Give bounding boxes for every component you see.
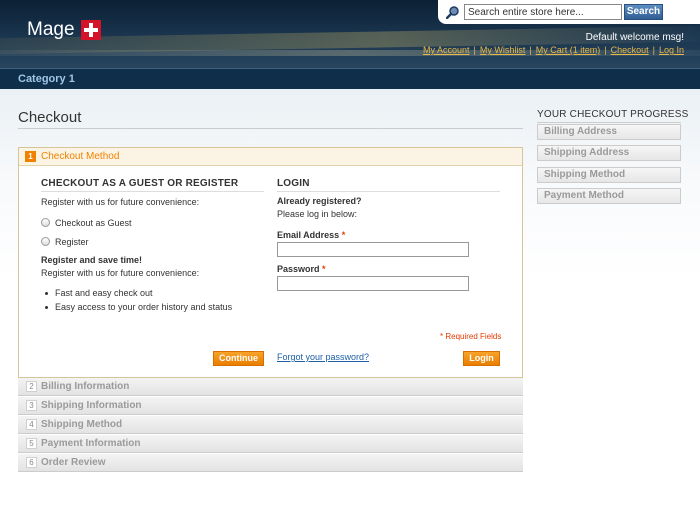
link-my-wishlist[interactable]: My Wishlist xyxy=(480,45,526,55)
guest-heading-divider xyxy=(41,191,264,192)
nav-item-category-1[interactable]: Category 1 xyxy=(18,73,75,85)
step-checkout-method-header[interactable]: 1 Checkout Method xyxy=(19,148,522,166)
step-title: Checkout Method xyxy=(41,151,120,162)
benefit-item: Easy access to your order history and st… xyxy=(55,302,233,312)
step-shipping-information[interactable]: 3 Shipping Information xyxy=(18,397,523,415)
login-button[interactable]: Login xyxy=(463,351,500,366)
step-order-review[interactable]: 6 Order Review xyxy=(18,454,523,472)
page-title: Checkout xyxy=(18,109,82,126)
already-registered: Already registered? xyxy=(277,196,362,206)
title-divider xyxy=(18,128,523,129)
password-label: Password * xyxy=(277,264,326,274)
required-asterisk: * xyxy=(322,264,326,274)
login-heading-divider xyxy=(277,191,500,192)
save-time-text: Register with us for future convenience: xyxy=(41,268,200,278)
search-button[interactable]: Search xyxy=(624,4,663,20)
radio-label-guest[interactable]: Checkout as Guest xyxy=(55,218,132,228)
continue-button[interactable]: Continue xyxy=(213,351,264,366)
password-field[interactable] xyxy=(277,276,469,291)
link-checkout[interactable]: Checkout xyxy=(611,45,649,55)
progress-billing-address: Billing Address xyxy=(537,124,681,140)
guest-intro: Register with us for future convenience: xyxy=(41,197,200,207)
step-title: Shipping Method xyxy=(41,419,123,430)
welcome-message: Default welcome msg! xyxy=(585,32,684,43)
step-title: Payment Information xyxy=(41,438,141,449)
step-number: 3 xyxy=(26,400,37,411)
radio-label-register[interactable]: Register xyxy=(55,237,89,247)
progress-shipping-method: Shipping Method xyxy=(537,167,681,183)
radio-register[interactable] xyxy=(41,237,50,246)
required-fields-note: * Required Fields xyxy=(440,332,502,341)
benefit-item: Fast and easy check out xyxy=(55,288,153,298)
link-my-account[interactable]: My Account xyxy=(423,45,470,55)
logo[interactable]: Mage xyxy=(27,19,101,41)
link-log-in[interactable]: Log In xyxy=(659,45,684,55)
bullet-icon xyxy=(45,292,48,295)
link-my-cart[interactable]: My Cart (1 item) xyxy=(536,45,601,55)
forgot-password-link[interactable]: Forgot your password? xyxy=(277,352,369,362)
step-billing-information[interactable]: 2 Billing Information xyxy=(18,378,523,396)
please-log-in: Please log in below: xyxy=(277,209,358,219)
step-number: 4 xyxy=(26,419,37,430)
main-nav: Category 1 xyxy=(0,68,700,89)
bullet-icon xyxy=(45,306,48,309)
swiss-cross-icon xyxy=(80,20,101,40)
step-title: Billing Information xyxy=(41,381,130,392)
required-asterisk: * xyxy=(341,230,346,240)
save-time-heading: Register and save time! xyxy=(41,255,143,265)
step-title: Order Review xyxy=(41,457,106,468)
login-heading: Login xyxy=(277,178,310,189)
email-label: Email Address * xyxy=(277,230,346,240)
email-field[interactable] xyxy=(277,242,469,257)
step-number: 1 xyxy=(25,151,36,162)
step-title: Shipping Information xyxy=(41,400,142,411)
step-number: 5 xyxy=(26,438,37,449)
progress-shipping-address: Shipping Address xyxy=(537,145,681,161)
step-payment-information[interactable]: 5 Payment Information xyxy=(18,435,523,453)
step-number: 2 xyxy=(26,381,37,392)
checkout-progress-title: Your Checkout Progress xyxy=(537,109,689,120)
search-icon xyxy=(446,6,459,19)
step-number: 6 xyxy=(26,457,37,468)
progress-divider xyxy=(537,122,681,123)
progress-payment-method: Payment Method xyxy=(537,188,681,204)
step-shipping-method[interactable]: 4 Shipping Method xyxy=(18,416,523,434)
radio-checkout-as-guest[interactable] xyxy=(41,218,50,227)
logo-text: Mage xyxy=(27,19,75,40)
search-input[interactable] xyxy=(464,4,622,20)
guest-register-heading: Checkout as a Guest or Register xyxy=(41,178,239,189)
top-links: My Account | My Wishlist | My Cart (1 item) |… xyxy=(423,45,684,55)
